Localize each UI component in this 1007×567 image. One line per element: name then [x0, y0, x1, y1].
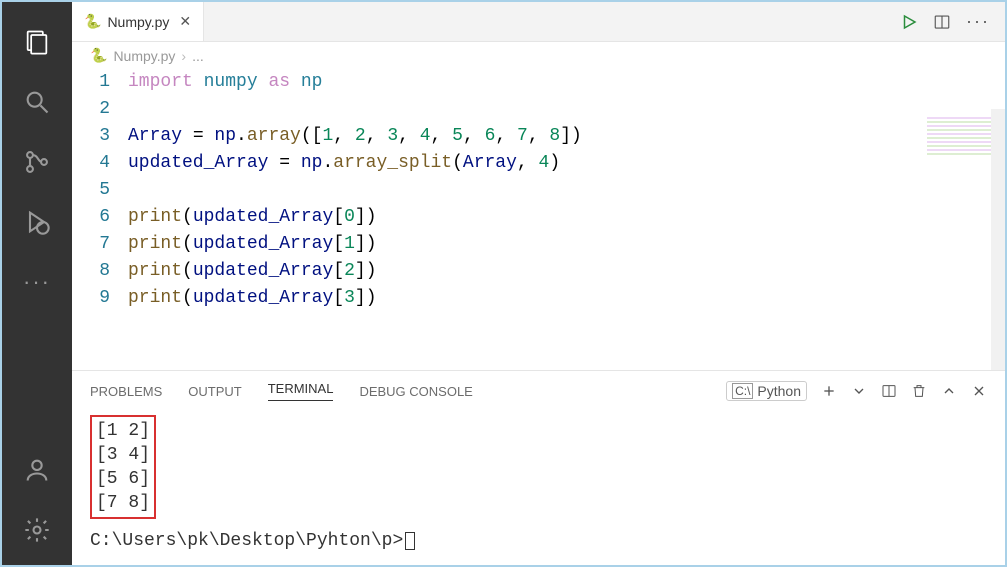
terminal-cursor [405, 532, 415, 550]
chevron-up-icon[interactable] [941, 383, 957, 399]
settings-gear-icon[interactable] [12, 505, 62, 555]
chevron-down-icon[interactable] [851, 383, 867, 399]
panel: PROBLEMS OUTPUT TERMINAL DEBUG CONSOLE C… [72, 370, 1005, 565]
line-numbers: 1 2 3 4 5 6 7 8 9 [72, 69, 128, 370]
prompt-text: C:\Users\pk\Desktop\Pyhton\p> [90, 531, 403, 551]
explorer-icon[interactable] [12, 17, 62, 67]
terminal-profile[interactable]: C:\Python [726, 381, 807, 401]
scrollbar-vertical[interactable] [991, 109, 1005, 370]
tab-actions: ··· [900, 11, 1005, 32]
terminal-body[interactable]: [1 2] [3 4] [5 6] [7 8] C:\Users\pk\Desk… [72, 411, 1005, 565]
code-line [128, 177, 1005, 204]
split-terminal-icon[interactable] [881, 383, 897, 399]
terminal-line: [7 8] [96, 491, 150, 515]
close-tab-icon[interactable]: ✕ [179, 13, 191, 30]
tab-output[interactable]: OUTPUT [188, 384, 241, 399]
tab-numpy[interactable]: 🐍 Numpy.py ✕ [72, 2, 204, 41]
tab-debug-console[interactable]: DEBUG CONSOLE [359, 384, 472, 399]
code-line: import numpy as np [128, 69, 1005, 96]
close-panel-icon[interactable] [971, 383, 987, 399]
code-line: print(updated_Array[2]) [128, 258, 1005, 285]
terminal-line: [3 4] [96, 443, 150, 467]
run-button[interactable] [900, 13, 918, 31]
panel-tabs: PROBLEMS OUTPUT TERMINAL DEBUG CONSOLE C… [72, 371, 1005, 411]
vscode-window: ··· 🐍 Numpy.py ✕ ··· 🐍 Numpy.py › [2, 2, 1005, 565]
code-line: updated_Array = np.array_split(Array, 4) [128, 150, 1005, 177]
breadcrumb-filename: Numpy.py [113, 48, 175, 64]
tab-terminal[interactable]: TERMINAL [268, 381, 334, 401]
code-line: print(updated_Array[3]) [128, 285, 1005, 312]
activity-bar: ··· [2, 2, 72, 565]
code-content[interactable]: import numpy as np Array = np.array([1, … [128, 69, 1005, 370]
breadcrumb-more: ... [192, 48, 204, 64]
tab-filename: Numpy.py [107, 14, 169, 30]
trash-icon[interactable] [911, 383, 927, 399]
editor[interactable]: 1 2 3 4 5 6 7 8 9 import numpy as np Arr… [72, 69, 1005, 370]
code-line [128, 96, 1005, 123]
more-actions-icon[interactable]: ··· [966, 11, 990, 32]
accounts-icon[interactable] [12, 445, 62, 495]
split-editor-icon[interactable] [933, 13, 951, 31]
source-control-icon[interactable] [12, 137, 62, 187]
python-file-icon: 🐍 [90, 47, 107, 64]
breadcrumb[interactable]: 🐍 Numpy.py › ... [72, 42, 1005, 69]
run-debug-icon[interactable] [12, 197, 62, 247]
terminal-prompt[interactable]: C:\Users\pk\Desktop\Pyhton\p> [90, 531, 987, 551]
code-line: Array = np.array([1, 2, 3, 4, 5, 6, 7, 8… [128, 123, 1005, 150]
chevron-right-icon: › [181, 48, 186, 64]
editor-tabs: 🐍 Numpy.py ✕ ··· [72, 2, 1005, 42]
new-terminal-icon[interactable] [821, 383, 837, 399]
code-line: print(updated_Array[0]) [128, 204, 1005, 231]
minimap[interactable] [927, 117, 997, 157]
terminal-line: [1 2] [96, 419, 150, 443]
tab-problems[interactable]: PROBLEMS [90, 384, 162, 399]
terminal-output-highlight: [1 2] [3 4] [5 6] [7 8] [90, 415, 156, 519]
python-file-icon: 🐍 [84, 13, 101, 30]
main-area: 🐍 Numpy.py ✕ ··· 🐍 Numpy.py › ... 1 2 3 … [72, 2, 1005, 565]
more-icon[interactable]: ··· [12, 257, 62, 307]
code-line: print(updated_Array[1]) [128, 231, 1005, 258]
search-icon[interactable] [12, 77, 62, 127]
terminal-line: [5 6] [96, 467, 150, 491]
